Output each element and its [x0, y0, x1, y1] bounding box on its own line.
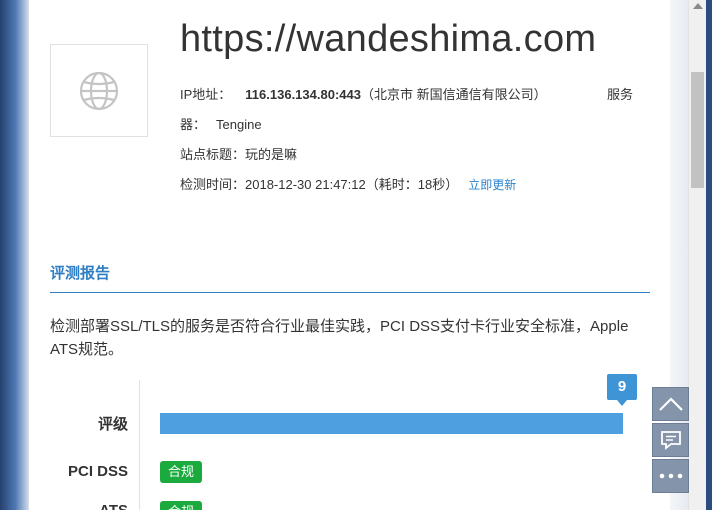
window-frame-right [706, 0, 712, 510]
server-label-end: 器： [180, 117, 207, 132]
ip-location: （北京市 新国信通信有限公司） [360, 87, 547, 102]
rating-label: 评级 [97, 416, 128, 433]
globe-icon [79, 71, 119, 110]
ip-label: IP地址： [180, 87, 232, 102]
rating-bar-fill [160, 413, 623, 434]
back-to-top-button[interactable] [652, 387, 689, 421]
page-title-label: 站点标题： [180, 147, 246, 162]
vertical-scrollbar[interactable] [688, 0, 707, 510]
chevron-up-icon [658, 397, 683, 411]
rating-axis-line [139, 380, 140, 510]
site-url-title: https://wandeshima.com [180, 18, 597, 60]
check-time-label: 检测时间： [180, 177, 246, 192]
section-divider [50, 292, 650, 293]
ip-info-line: IP地址： 116.136.134.80:443（北京市 新国信通信有限公司） 服… [180, 84, 640, 103]
report-page: https://wandeshima.com IP地址： 116.136.134.… [28, 0, 672, 510]
scroll-up-arrow-icon[interactable] [693, 3, 703, 9]
window-frame-left [0, 0, 28, 510]
server-label-start: 服务 [607, 87, 634, 102]
pci-dss-label: PCI DSS [67, 463, 128, 480]
server-value: Tengine [216, 117, 262, 132]
pci-dss-status-badge: 合规 [160, 461, 203, 483]
check-time-value: 2018-12-30 21:47:12 [245, 177, 366, 192]
feedback-button[interactable] [652, 423, 689, 457]
refresh-link[interactable]: 立即更新 [468, 178, 516, 192]
page-title-line: 站点标题：玩的是嘛 [180, 144, 297, 163]
ats-status-badge: 合规 [160, 501, 203, 510]
site-favicon-box [50, 44, 148, 137]
check-time-line: 检测时间：2018-12-30 21:47:12（耗时：18秒） 立即更新 [180, 174, 516, 193]
scroll-thumb[interactable] [691, 72, 704, 188]
page-title-value: 玩的是嘛 [245, 147, 298, 162]
report-section-title: 评测报告 [50, 265, 111, 282]
check-duration: （耗时：18秒） [365, 177, 459, 192]
ats-label: ATS [29, 502, 128, 510]
ip-value: 116.136.134.80:443 [245, 87, 361, 102]
server-info-line: 器： Tengine [180, 114, 262, 133]
report-description: 检测部署SSL/TLS的服务是否符合行业最佳实践，PCI DSS支付卡行业安全标… [50, 318, 629, 358]
more-options-button[interactable] [652, 459, 689, 493]
more-icon [659, 473, 682, 479]
rating-bar-track [160, 413, 623, 434]
comment-icon [660, 431, 681, 450]
rating-score-badge: 9 [607, 374, 637, 406]
